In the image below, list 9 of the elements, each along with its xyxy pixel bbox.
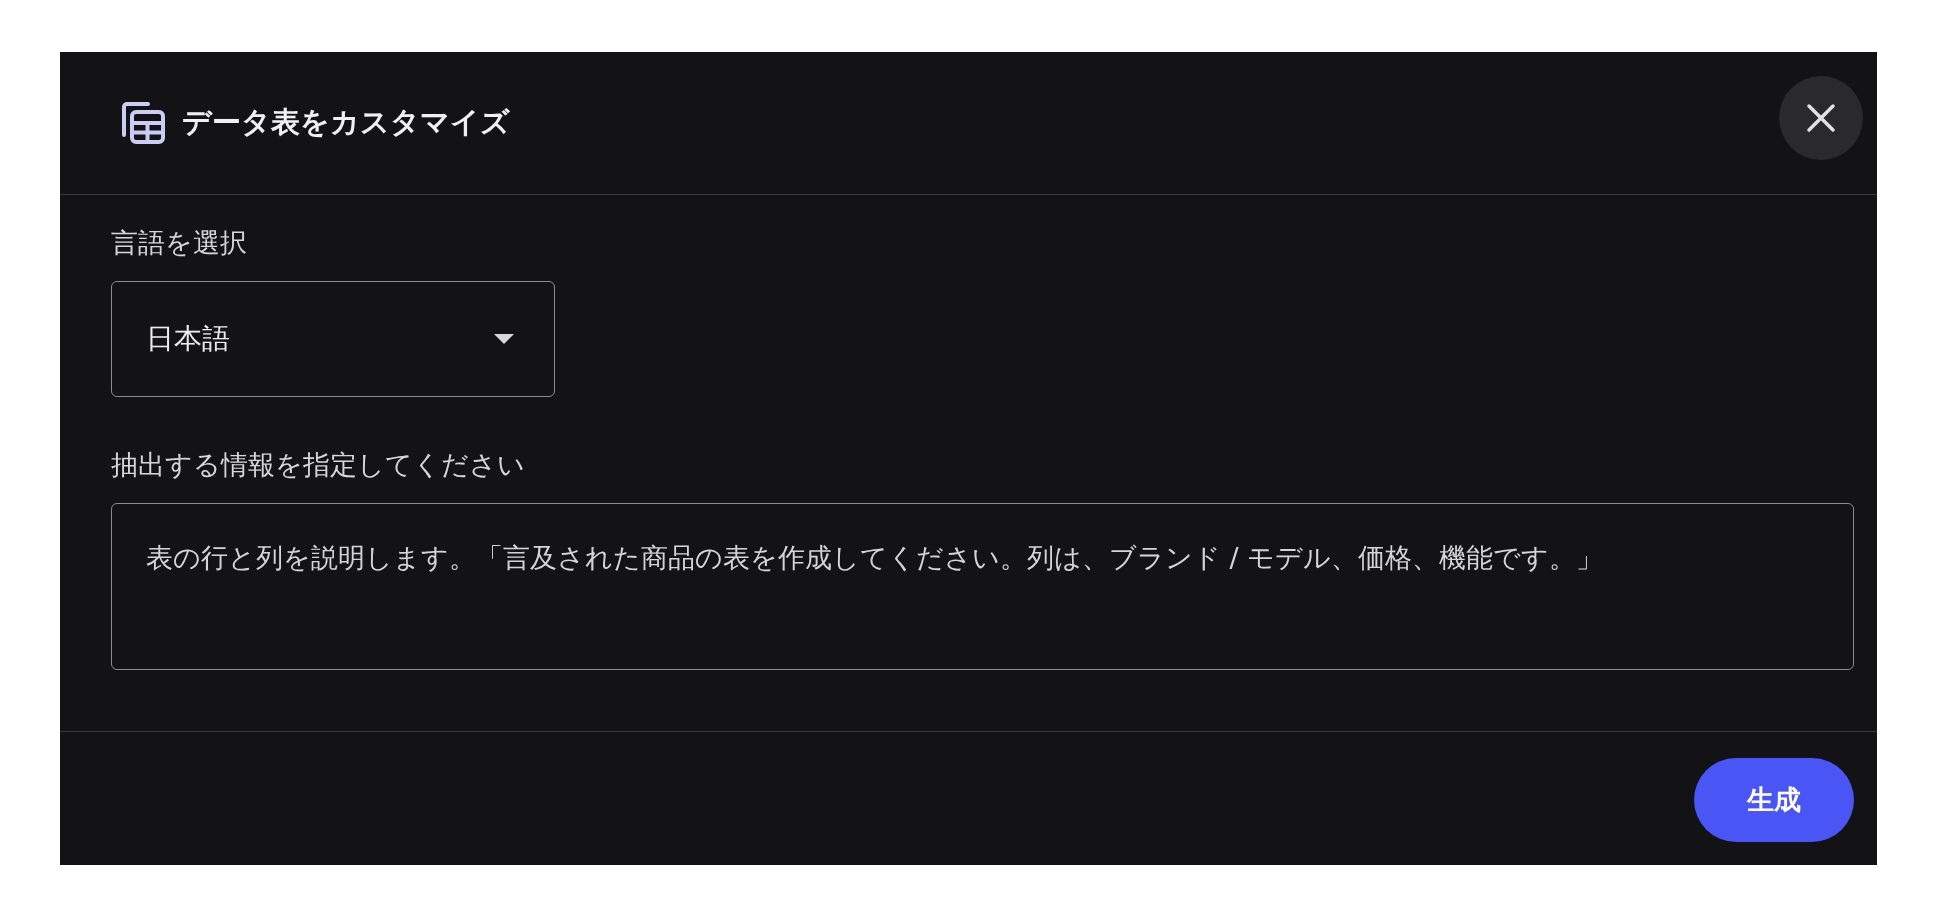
dialog-title: データ表をカスタマイズ [182,104,510,141]
language-dropdown[interactable]: 日本語 [111,281,555,397]
caret-icon [494,334,514,344]
field-label: 言語を選択 [111,226,247,260]
table-icon [122,101,166,145]
generate-button[interactable]: 生成 [1694,757,1854,842]
field-label: 抽出する情報を指定してください [111,448,525,482]
instructions-field[interactable]: 表の行と列を説明します。「言及された商品の表を作成してください。列は、ブランド / モデル、価格、機能です。」 [111,503,1854,670]
close-icon [1806,103,1836,133]
